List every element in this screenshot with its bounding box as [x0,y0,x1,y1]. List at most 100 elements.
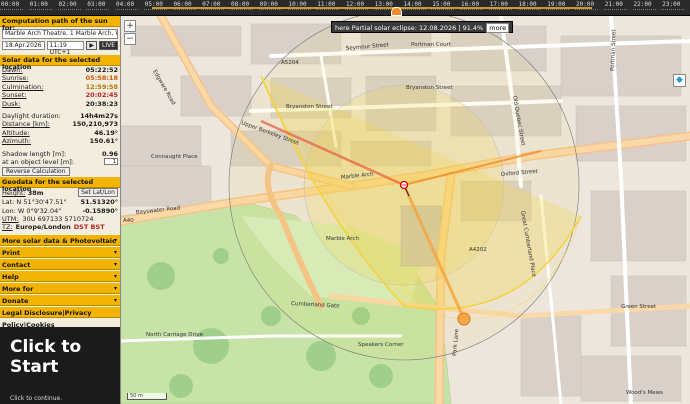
time-slider-handle[interactable] [390,7,402,16]
solar-row: Culmination: 12:59:58 [0,83,120,91]
sun-position-marker[interactable] [457,312,471,326]
ad-panel[interactable]: Click to Start Click to continue. [0,327,120,404]
utm-row: UTM: 30U 697133 5710724 [0,215,120,223]
tz-value: Europe/London [15,223,71,232]
solar-label[interactable]: Dusk: [2,100,20,108]
distance-value: 150,210,973 [72,120,118,129]
layers-icon[interactable]: ◆ [673,74,686,87]
daylight-label: Daylight duration: [2,111,61,120]
hour-tick[interactable]: 00:00 [0,0,29,16]
azimuth-value: 150.61° [89,137,118,146]
play-button[interactable]: ▶ [86,41,97,50]
solar-value: 20:02:45 [85,91,118,100]
hour-tick[interactable]: 21:00 [603,0,633,16]
menu-item[interactable]: Contact ▾ [0,257,120,270]
hour-label: 03:00 [87,1,106,8]
lat-row: Lat: N 51°30'47.51" 51.51320° [0,198,120,206]
hour-tick[interactable]: 04:00 [115,0,144,16]
shadow-row: Shadow length [m]: 0.96 [0,150,120,158]
eclipse-banner[interactable]: here Partial solar eclipse: 12.08.2026 |… [331,21,514,33]
label-a40: A40 [123,218,134,224]
lon-decimal: -0.15890° [82,206,118,215]
shadow-value: 0.96 [101,149,118,158]
hour-label: 04:00 [116,1,135,8]
distance-row: Distance [km]: 150,210,973 [0,120,120,128]
solar-value: 20:38:23 [85,99,118,108]
solar-row: Dawn: 05:22:52 [0,66,120,74]
hour-label: 01:00 [29,1,48,8]
label-marble-arch: Marble Arch [326,236,359,242]
daylight-value: 14h4m27s [80,111,118,120]
altitude-label[interactable]: Altitude: [2,129,30,137]
menu-item-label: Legal Disclosure|Privacy Policy|Cookies [2,308,92,329]
reverse-calculation-button[interactable]: Reverse Calculation [2,167,70,177]
hour-label: 22:00 [633,1,652,8]
distance-label[interactable]: Distance [km]: [2,120,50,128]
menu-item[interactable]: Print ▾ [0,245,120,258]
app-root: 00:00 01:00 02:00 03:00 04:00 05:00 06:00 07:00… [0,0,690,404]
solar-value: 05:22:52 [85,66,118,74]
menu-item-label: Help [2,272,19,281]
label-bryanston-street: Bryanston Street [406,85,453,91]
lon-row: Lon: W 0°9'32.04" -0.15890° [0,207,120,215]
utm-label[interactable]: UTM: [2,215,19,223]
menu-item-label: Donate [2,296,29,305]
solar-label[interactable]: Sunset: [2,91,27,99]
set-latlon-button[interactable]: Set Lat/Lon [78,188,118,198]
map-scale: 50 m [127,393,167,400]
computation-header: Computation path of the sun for: [0,16,120,32]
menu-item[interactable]: Help ▾ [0,269,120,282]
solar-rows: Dawn: 05:22:52 Sunrise: 05:58:18 Culmination… [0,66,120,108]
map-view[interactable]: Seymour Street Bryanston Street Bryansto… [121,16,690,404]
hour-label: 00:00 [1,1,20,8]
azimuth-label[interactable]: Azimuth: [2,137,31,145]
map-canvas[interactable]: Seymour Street Bryanston Street Bryansto… [121,16,690,404]
hour-tick[interactable]: 03:00 [86,0,115,16]
menu-item[interactable]: More for Moon|Planets|Satellites▾ [0,281,120,305]
lon-label: Lon: [2,206,16,215]
menu-item[interactable]: Donate ▾ [0,293,120,306]
solar-row: Sunset: 20:02:45 [0,91,120,99]
solar-row: Dusk: 20:38:23 [0,100,120,108]
lat-dms: N 51°30'47.51" [16,198,67,207]
live-button[interactable]: LIVE [98,41,118,50]
height-row: Height: 38m Set Lat/Lon [0,188,120,198]
object-label: at an object level [m]: [2,157,74,166]
height-label[interactable]: Height: [2,189,26,197]
label-north-carriage-drive: North Carriage Drive [146,332,204,338]
solar-value: 12:59:58 [85,82,118,91]
tz-label[interactable]: TZ: [2,223,13,231]
solar-row: Sunrise: 05:58:18 [0,74,120,82]
lon-dms: W 0°9'32.04" [17,206,62,215]
solar-data-header: Solar data for the selected location [0,55,120,71]
altitude-row: Altitude: 46.19° [0,129,120,137]
eclipse-more-button[interactable]: more [486,23,510,33]
tz-dst: DST BST [73,223,105,232]
ad-subtext[interactable]: Click to continue. [10,395,62,402]
menu-item[interactable]: More solar data & Photovoltaic ▾ [0,233,120,246]
eclipse-text: here Partial solar eclipse: 12.08.2026 |… [335,24,484,32]
hour-tick[interactable]: 23:00 [661,0,690,16]
hour-tick[interactable]: 22:00 [632,0,662,16]
time-input[interactable]: 11:19 UTC+1 [46,41,85,56]
label-edgware-road: Edgware Road [151,69,176,106]
geodata-header: Geodata for the selected location [0,177,120,193]
location-input[interactable]: Marble Arch Theatre, 1 Marble Arch, West… [2,29,118,39]
ad-title[interactable]: Click to Start [10,337,90,377]
hour-label: 23:00 [662,1,681,8]
height-value: 38m [27,189,44,198]
label-a4202: A4202 [469,247,487,253]
zoom-out-button[interactable]: − [124,33,136,45]
hour-tick[interactable]: 01:00 [28,0,58,16]
daylight-band [152,7,593,9]
solar-label[interactable]: Dawn: [2,66,23,74]
label-a5204: A5204 [281,60,299,66]
zoom-in-button[interactable]: + [124,20,136,32]
solar-label[interactable]: Sunrise: [2,74,28,82]
solar-label[interactable]: Culmination: [2,83,43,91]
menu-item[interactable]: Legal Disclosure|Privacy Policy|Cookies [0,305,120,329]
date-input[interactable]: 18.Apr.2026 [2,41,45,50]
object-level-input[interactable]: 1 [104,157,118,165]
time-slider[interactable]: 00:00 01:00 02:00 03:00 04:00 05:00 06:00 07:00… [0,0,690,16]
hour-tick[interactable]: 02:00 [57,0,87,16]
